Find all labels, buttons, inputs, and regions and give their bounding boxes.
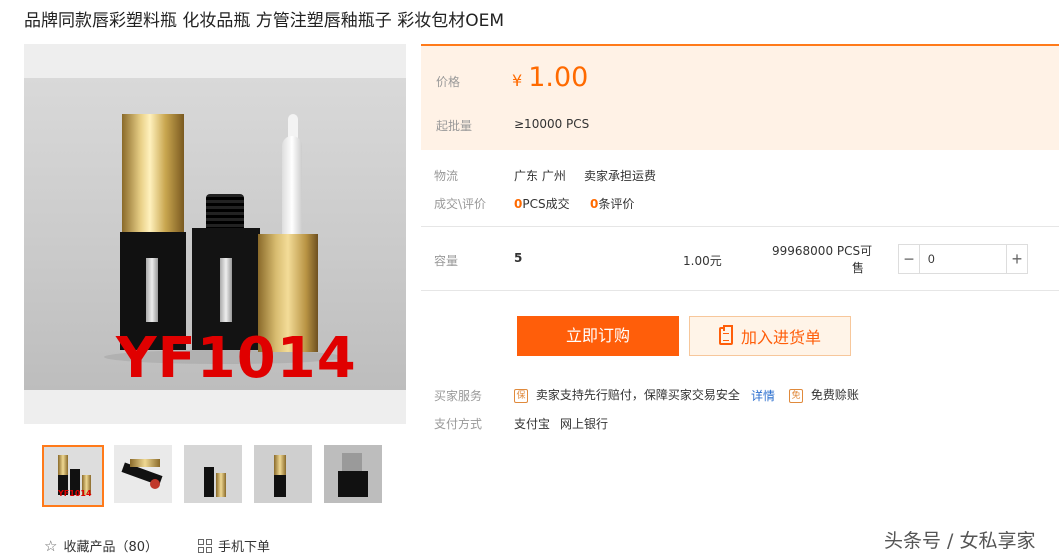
details-link[interactable]: 详情 (751, 387, 775, 404)
logistics-location: 广东 广州 (514, 169, 566, 183)
shipping-info: 卖家承担运费 (584, 169, 657, 183)
favorite-product-link[interactable]: ☆ 收藏产品（80） (44, 536, 158, 556)
product-title: 品牌同款唇彩塑料瓶 化妆品瓶 方管注塑唇釉瓶子 彩妆包材OEM (24, 11, 504, 31)
decrease-button[interactable]: − (899, 245, 919, 273)
thumbnail-1[interactable]: YF1014 (42, 445, 104, 507)
payment-online-banking: 网上银行 (560, 417, 609, 431)
image-watermark: YF1014 (116, 326, 357, 391)
thumbnail-2[interactable] (114, 445, 172, 503)
qr-code-icon (198, 538, 212, 553)
clipboard-icon (718, 325, 733, 345)
mobile-order-link[interactable]: 手机下单 (198, 536, 270, 555)
payment-label: 支付方式 (434, 417, 483, 431)
logistics-label: 物流 (434, 169, 459, 183)
main-product-image[interactable]: YF1014 (24, 44, 406, 424)
increase-button[interactable]: + (1007, 245, 1027, 273)
mobile-order-label: 手机下单 (218, 540, 271, 555)
quantity-input[interactable] (919, 245, 1007, 273)
transactions-label: 成交\评价 (434, 197, 487, 211)
free-credit-badge-icon: 免 (789, 388, 803, 403)
add-to-list-label: 加入进货单 (740, 328, 821, 347)
buy-now-button[interactable]: 立即订购 (517, 316, 679, 356)
sku-price: 1.00元 (683, 254, 722, 268)
divider (421, 226, 1059, 227)
divider (421, 290, 1059, 291)
thumbnail-5[interactable] (324, 445, 382, 503)
moq-value: ≥10000 PCS (514, 117, 590, 131)
favorite-label: 收藏产品（80） (63, 540, 158, 555)
thumbnail-4[interactable] (254, 445, 312, 503)
thumbnail-3[interactable] (184, 445, 242, 503)
price-value: ¥1.00 (512, 62, 589, 93)
sku-stock: 99968000 PCS可售 (772, 244, 873, 275)
price-label: 价格 (436, 75, 461, 89)
price-panel (421, 44, 1059, 150)
reviews-count[interactable]: 0条评价 (590, 195, 634, 212)
add-to-purchase-list-button[interactable]: 加入进货单 (689, 316, 851, 356)
moq-label: 起批量 (436, 119, 473, 133)
guarantee-badge-icon: 保 (514, 388, 528, 403)
quantity-stepper[interactable]: − + (898, 244, 1028, 274)
free-credit-service: 免 免费赊账 (789, 386, 859, 403)
thumbnail-watermark: YF1014 (58, 489, 92, 498)
capacity-label: 容量 (434, 254, 459, 268)
payment-alipay: 支付宝 (514, 417, 551, 431)
footer-watermark: 头条号 / 女私享家 (884, 530, 1036, 552)
sku-name: 5 (514, 251, 523, 265)
star-outline-icon: ☆ (44, 536, 58, 555)
deals-count[interactable]: 0PCS成交 (514, 195, 570, 212)
buyer-services-label: 买家服务 (434, 389, 483, 403)
guarantee-service: 保 卖家支持先行赔付，保障买家交易安全 (514, 386, 740, 403)
